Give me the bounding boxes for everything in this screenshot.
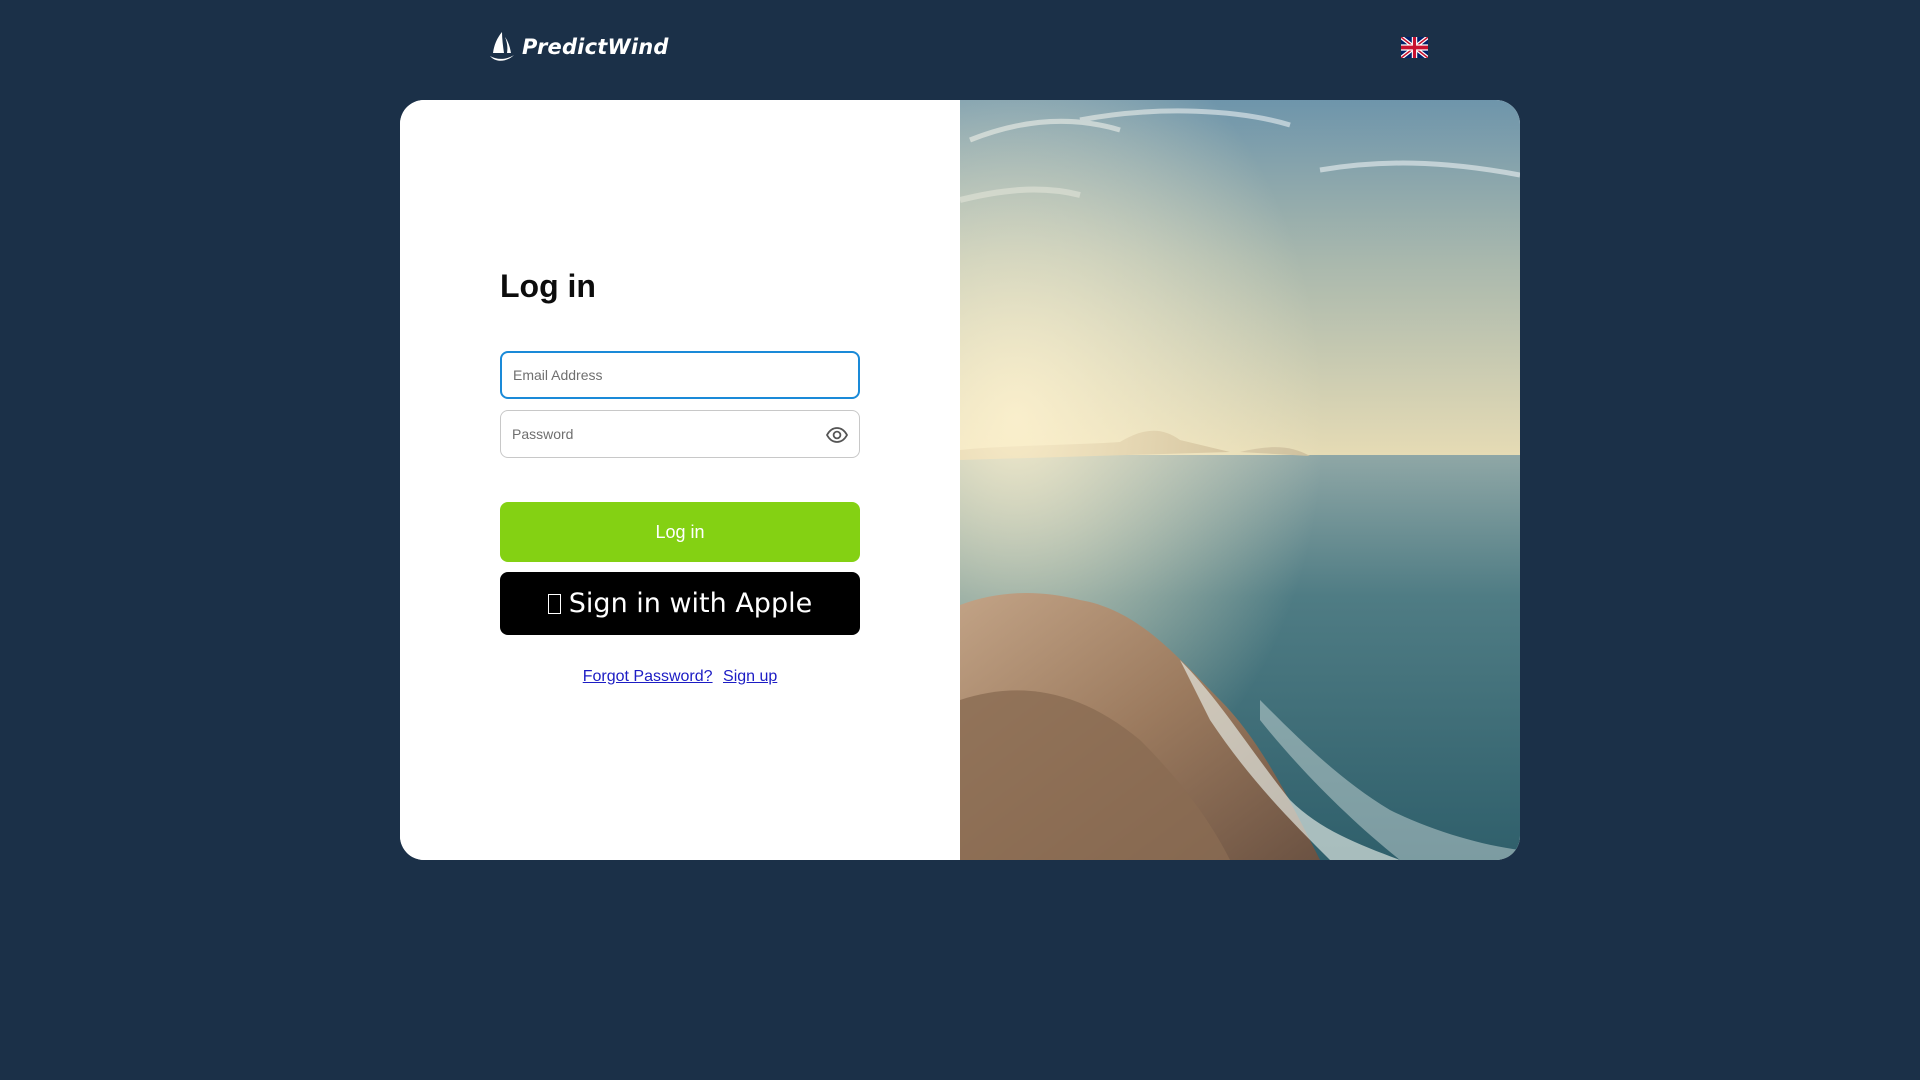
sign-up-link[interactable]: Sign up (723, 668, 777, 685)
login-form-panel: Log in Log in Sign in with Apple Forgot … (400, 100, 960, 860)
password-field[interactable] (500, 410, 860, 458)
sign-in-with-apple-button[interactable]: Sign in with Apple (500, 572, 860, 635)
top-bar: PredictWind (0, 0, 1920, 100)
coastal-photo (960, 100, 1520, 860)
brand-logo[interactable]: PredictWind (488, 30, 669, 64)
uk-flag-icon[interactable] (1400, 35, 1429, 60)
sea-cliff-image (960, 100, 1520, 860)
brand-name: PredictWind (522, 35, 669, 59)
sail-logo-icon (490, 32, 514, 61)
account-links: Forgot Password? Sign up (500, 668, 860, 686)
apple-button-label: Sign in with Apple (568, 588, 813, 619)
apple-icon (547, 593, 561, 614)
page-title: Log in (500, 268, 596, 304)
email-input[interactable] (502, 353, 858, 397)
password-input[interactable] (501, 411, 859, 457)
email-field[interactable] (500, 351, 860, 399)
forgot-password-link[interactable]: Forgot Password? (583, 668, 713, 685)
login-button[interactable]: Log in (500, 502, 860, 562)
login-card: Log in Log in Sign in with Apple Forgot … (400, 100, 1520, 860)
eye-icon[interactable] (825, 423, 849, 447)
